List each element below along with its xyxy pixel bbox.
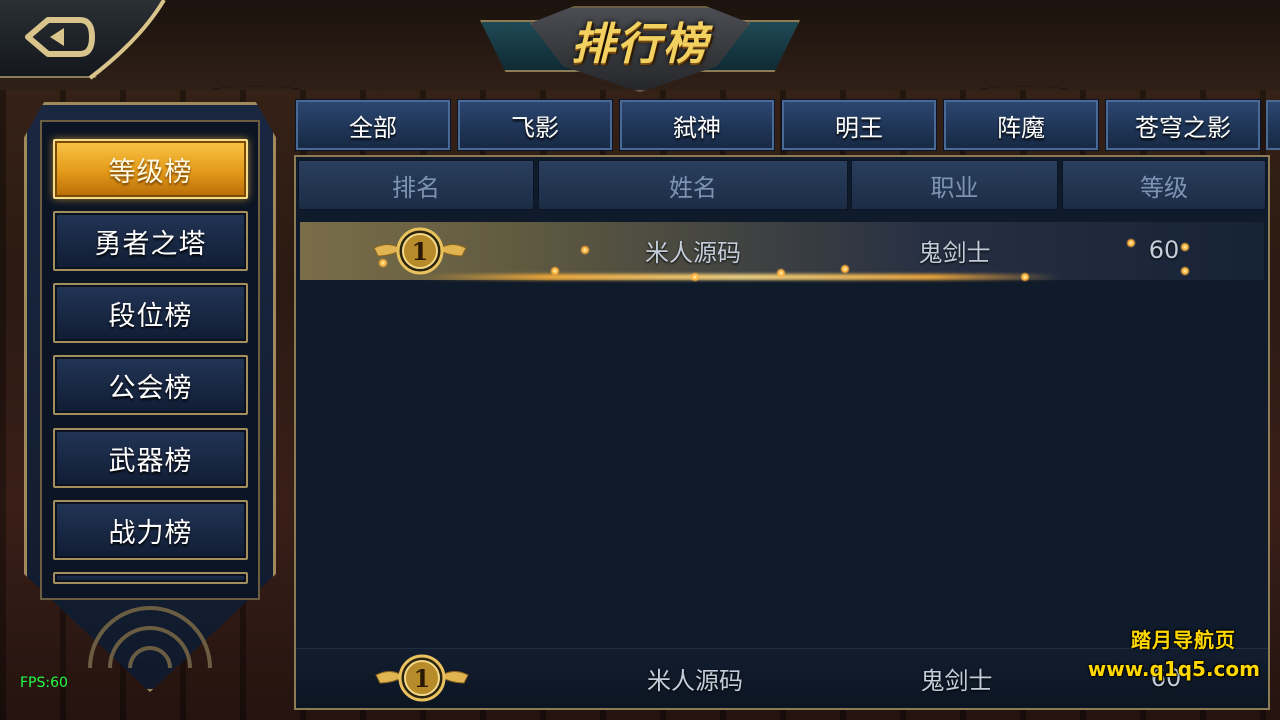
tab-mingwang[interactable]: 明王 [781, 99, 937, 151]
player-name: 米人源码 [645, 238, 741, 267]
rank-number: 1 [411, 236, 429, 266]
tab-overflow-edge[interactable] [1266, 100, 1280, 150]
tab-shishen[interactable]: 弑神 [619, 99, 775, 151]
my-player-name: 米人源码 [647, 666, 743, 695]
tab-feiying[interactable]: 飞影 [457, 99, 613, 151]
row-glow-effect [420, 274, 1060, 280]
title-plaque: 排行榜 [470, 2, 810, 94]
fps-counter: FPS:60 [20, 675, 68, 691]
tab-all[interactable]: 全部 [295, 99, 451, 151]
back-button-gold-trim [88, 0, 166, 80]
fan-ornament-icon [88, 606, 212, 669]
category-next-button-partial[interactable] [53, 572, 248, 584]
header-rank: 排名 [298, 160, 534, 210]
category-weapon-button[interactable]: 武器榜 [53, 428, 248, 488]
category-rank-tier-button[interactable]: 段位榜 [53, 283, 248, 343]
category-power-button[interactable]: 战力榜 [53, 500, 248, 560]
sparkle-icon [1020, 272, 1030, 282]
header-level: 等级 [1062, 160, 1266, 210]
my-player-class: 鬼剑士 [920, 666, 993, 695]
watermark-title: 踏月导航页 [1131, 628, 1236, 652]
category-level-button[interactable]: 等级榜 [53, 139, 248, 199]
watermark: 踏月导航页 www.q1q5.com [1088, 624, 1260, 681]
tab-cangqiong[interactable]: 苍穹之影 [1105, 99, 1261, 151]
sparkle-icon [690, 272, 700, 282]
page-title: 排行榜 [571, 19, 709, 70]
player-class: 鬼剑士 [918, 238, 991, 267]
category-guild-button[interactable]: 公会榜 [53, 355, 248, 415]
header-name: 姓名 [538, 160, 848, 210]
header-class: 职业 [851, 160, 1058, 210]
tab-zhenmo[interactable]: 阵魔 [943, 99, 1099, 151]
watermark-url: www.q1q5.com [1087, 657, 1260, 681]
my-rank-number: 1 [413, 663, 431, 693]
category-tower-button[interactable]: 勇者之塔 [53, 211, 248, 271]
player-level: 60 [1148, 236, 1180, 264]
